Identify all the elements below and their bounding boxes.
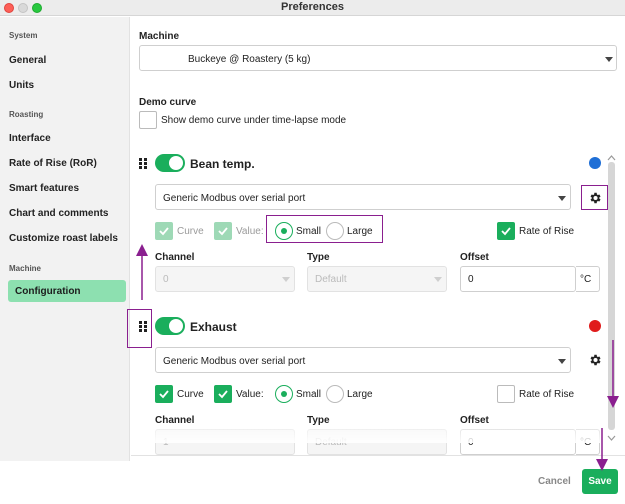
annotation-arrows xyxy=(136,244,619,471)
